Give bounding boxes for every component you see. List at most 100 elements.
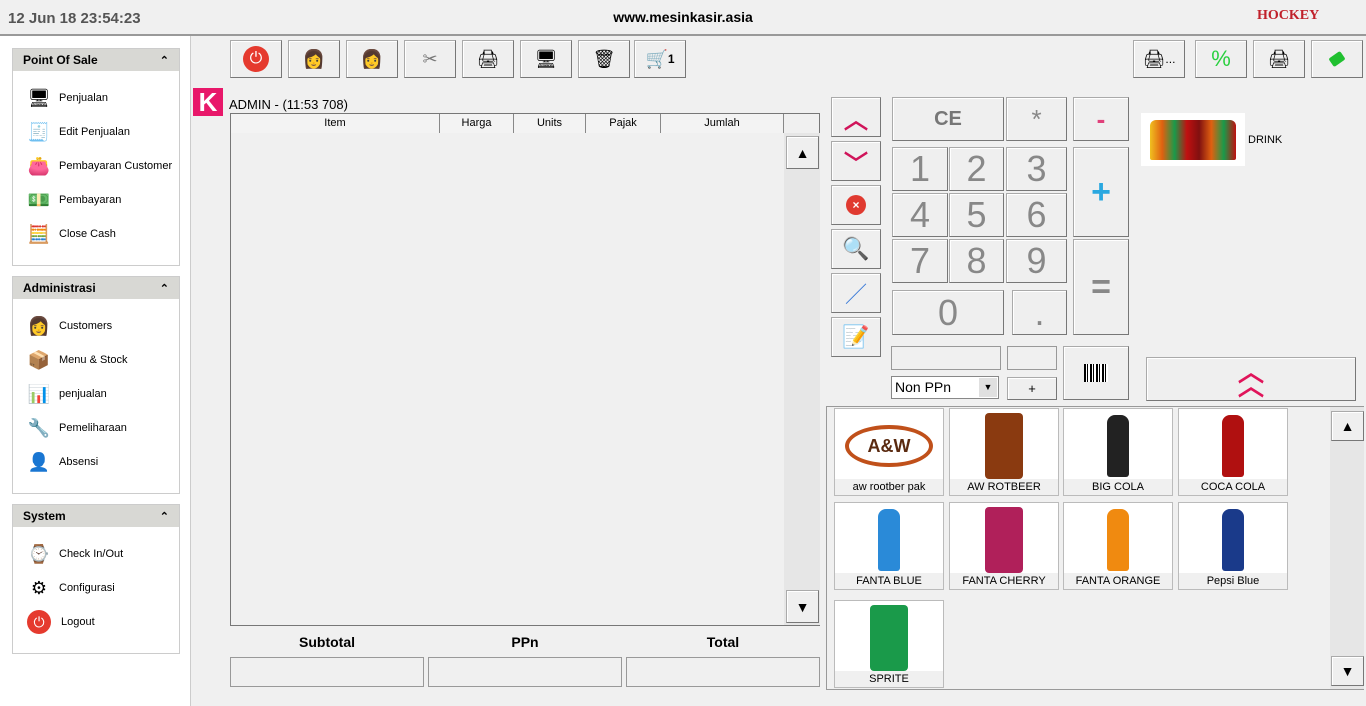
scroll-down-button[interactable]: ▼	[786, 590, 819, 623]
printer-button[interactable]: 🖨	[462, 40, 514, 78]
scissors-button[interactable]: ✂	[404, 40, 456, 78]
key-9[interactable]: 9	[1006, 239, 1067, 283]
power-button[interactable]: ⏻	[230, 40, 282, 78]
section-header[interactable]: Point Of Sale ⌃	[13, 49, 179, 71]
product-fanta-cherry[interactable]: FANTA CHERRY	[949, 502, 1059, 590]
section-header[interactable]: Administrasi ⌃	[13, 277, 179, 299]
product-name: BIG COLA	[1064, 479, 1172, 495]
product-aw-rotbeer[interactable]: AW ROTBEER	[949, 408, 1059, 496]
expand-up-button[interactable]: ︿ ︿	[1146, 357, 1356, 401]
delete-line-button[interactable]: ×	[831, 185, 881, 225]
customer-button[interactable]: 👩	[346, 40, 398, 78]
sidebar-section-point-of-sale: Point Of Sale ⌃ 🖥 Penjualan 🧾 Edit Penjualan 👛…	[12, 48, 180, 266]
multiply-button[interactable]: *	[1006, 97, 1067, 141]
chevron-down-icon: ﹀	[844, 150, 868, 178]
discount-button[interactable]: %	[1195, 40, 1247, 78]
sidebar-item-check-in-out[interactable]: ⌚ Check In/Out	[13, 537, 179, 571]
key-dot[interactable]: .	[1012, 290, 1067, 335]
ticket-scrollbar[interactable]: ▲ ▼	[784, 133, 820, 625]
search-button[interactable]: 🔍	[831, 229, 881, 269]
key-2[interactable]: 2	[949, 147, 1004, 191]
key-7[interactable]: 7	[892, 239, 948, 283]
key-3[interactable]: 3	[1006, 147, 1067, 191]
notes-button[interactable]: 📝	[831, 317, 881, 357]
product-scrollbar[interactable]: ▲ ▼	[1330, 407, 1364, 689]
sidebar-item-penjualan[interactable]: 🖥 Penjualan	[13, 81, 179, 115]
collapse-icon[interactable]: ⌃	[160, 282, 169, 295]
product-coca-cola[interactable]: COCA COLA	[1178, 408, 1288, 496]
sidebar-item-edit-penjualan[interactable]: 🧾 Edit Penjualan	[13, 115, 179, 149]
add-button[interactable]: +	[1007, 377, 1057, 400]
product-name: AW ROTBEER	[950, 479, 1058, 495]
sidebar-item-logout[interactable]: ⏻ Logout	[13, 605, 179, 639]
product-image	[960, 411, 1048, 481]
collapse-icon[interactable]: ⌃	[160, 54, 169, 67]
chevron-down-icon: ▼	[979, 378, 997, 397]
category-label: DRINK	[1248, 134, 1283, 146]
sidebar-item-configurasi[interactable]: ⚙ Configurasi	[13, 571, 179, 605]
collapse-icon[interactable]: ⌃	[160, 510, 169, 523]
eraser-button[interactable]	[1311, 40, 1363, 78]
double-chevron-up-icon: ︿ ︿	[1237, 357, 1264, 401]
key-0[interactable]: 0	[892, 290, 1004, 335]
product-scroll-down[interactable]: ▼	[1331, 656, 1364, 686]
plus-button[interactable]: +	[1073, 147, 1129, 237]
sidebar-item-customers[interactable]: 👩 Customers	[13, 309, 179, 343]
printer-more-icon: 🖨	[1142, 48, 1166, 69]
product-image	[1074, 411, 1162, 481]
section-title: System	[23, 509, 66, 523]
quantity-input[interactable]	[891, 346, 1001, 370]
product-shape	[1222, 509, 1244, 571]
key-5[interactable]: 5	[949, 193, 1004, 237]
cart-button[interactable]: 🛒 1	[634, 40, 686, 78]
product-shape	[1107, 509, 1129, 571]
barcode-button[interactable]	[1063, 346, 1129, 400]
scroll-up-button[interactable]: ▲	[786, 136, 819, 169]
product-big-cola[interactable]: BIG COLA	[1063, 408, 1173, 496]
product-scroll-up[interactable]: ▲	[1331, 411, 1364, 441]
pos-terminal-button[interactable]: 🖥	[520, 40, 572, 78]
product-fanta-blue[interactable]: FANTA BLUE	[834, 502, 944, 590]
sidebar-item-absensi[interactable]: 👤 Absensi	[13, 445, 179, 479]
column-units[interactable]: Units	[514, 114, 586, 133]
product-sprite[interactable]: SPRITE	[834, 600, 944, 688]
sidebar-item-label: Edit Penjualan	[59, 126, 130, 138]
equals-button[interactable]: =	[1073, 239, 1129, 335]
ce-button[interactable]: CE	[892, 97, 1004, 141]
sidebar-item-penjualan[interactable]: 📊 penjualan	[13, 377, 179, 411]
printer-more-button[interactable]: 🖨...	[1133, 40, 1185, 78]
printer-button[interactable]: 🖨	[1253, 40, 1305, 78]
column-item[interactable]: Item	[231, 114, 440, 133]
section-header[interactable]: System ⌃	[13, 505, 179, 527]
sidebar-item-pembayaran[interactable]: 💵 Pembayaran	[13, 183, 179, 217]
subtotal-label: Subtotal	[299, 634, 355, 650]
sidebar-item-pemeliharaan[interactable]: 🔧 Pemeliharaan	[13, 411, 179, 445]
pen-icon: ／	[844, 282, 867, 307]
product-pepsi-blue[interactable]: Pepsi Blue	[1178, 502, 1288, 590]
column-pajak[interactable]: Pajak	[586, 114, 661, 133]
add-customer-button[interactable]: 👩	[288, 40, 340, 78]
sidebar-item-label: Pemeliharaan	[59, 422, 127, 434]
product-fanta-orange[interactable]: FANTA ORANGE	[1063, 502, 1173, 590]
price-input[interactable]	[1007, 346, 1057, 370]
column-harga[interactable]: Harga	[440, 114, 514, 133]
key-4[interactable]: 4	[892, 193, 948, 237]
minus-button[interactable]: -	[1073, 97, 1129, 141]
column-jumlah[interactable]: Jumlah	[661, 114, 784, 133]
key-6[interactable]: 6	[1006, 193, 1067, 237]
key-1[interactable]: 1	[892, 147, 948, 191]
sidebar-item-menu-stock[interactable]: 📦 Menu & Stock	[13, 343, 179, 377]
sidebar-item-label: Pembayaran	[59, 194, 122, 206]
line-up-button[interactable]: ︿	[831, 97, 881, 137]
category-drink[interactable]	[1141, 113, 1245, 166]
edit-button[interactable]: ／	[831, 273, 881, 313]
trash-button[interactable]: 🗑	[578, 40, 630, 78]
line-down-button[interactable]: ﹀	[831, 141, 881, 181]
sidebar-item-pembayaran-customer[interactable]: 👛 Pembayaran Customer	[13, 149, 179, 183]
product-aw-rootber-pak[interactable]: A&W aw rootber pak	[834, 408, 944, 496]
tax-select[interactable]: Non PPn ▼	[891, 376, 999, 399]
cart-icon: 🛒	[645, 48, 668, 69]
key-8[interactable]: 8	[949, 239, 1004, 283]
sidebar-item-close-cash[interactable]: 🧮 Close Cash	[13, 217, 179, 251]
